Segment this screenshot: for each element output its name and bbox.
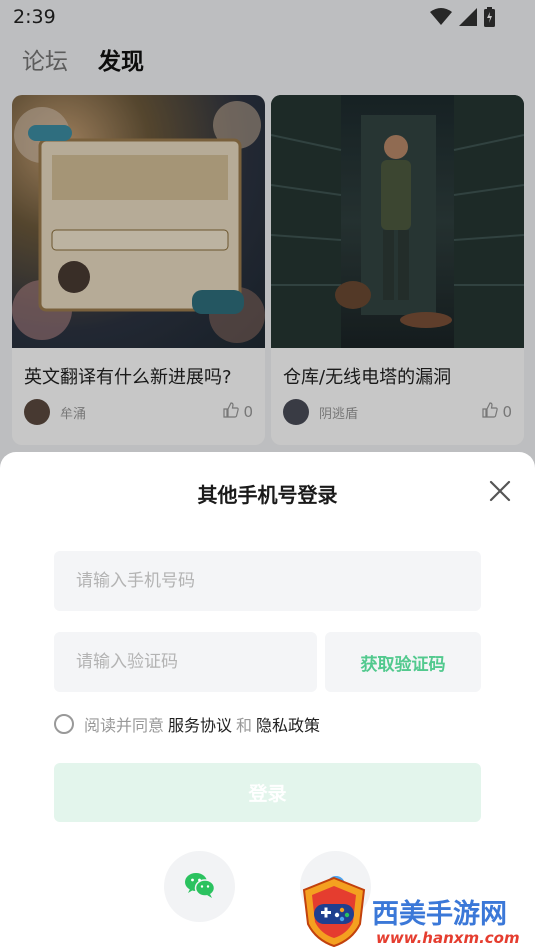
sheet-title: 其他手机号登录 <box>197 483 338 507</box>
phone-input[interactable] <box>54 551 481 611</box>
wechat-login-button[interactable] <box>164 851 235 922</box>
close-icon <box>486 480 514 509</box>
get-code-button[interactable]: 获取验证码 <box>325 632 481 692</box>
terms-link[interactable]: 服务协议 <box>168 712 232 736</box>
watermark: 西美手游网 www.hanxm.com <box>300 866 535 951</box>
verification-code-input[interactable] <box>54 632 317 692</box>
agree-prefix: 阅读并同意 <box>84 716 165 735</box>
privacy-link[interactable]: 隐私政策 <box>256 712 320 736</box>
agree-and: 和 <box>236 716 253 735</box>
watermark-brand: 西美手游网 <box>372 899 507 930</box>
gamepad-shield-icon <box>300 876 368 951</box>
login-button[interactable]: 登录 <box>54 763 481 822</box>
agree-checkbox[interactable] <box>54 714 74 734</box>
agreement-row: 阅读并同意 服务协议 和 隐私政策 <box>54 712 324 736</box>
close-button[interactable] <box>486 477 514 505</box>
wechat-icon <box>184 871 216 903</box>
watermark-url: www.hanxm.com <box>376 929 520 947</box>
